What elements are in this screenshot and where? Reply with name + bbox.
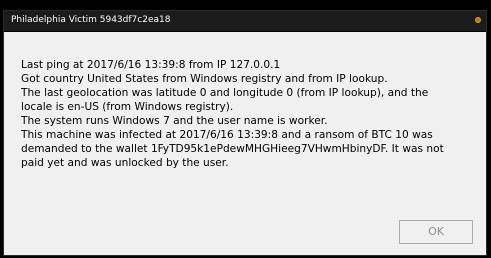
message-line: The last geolocation was latitude 0 and … [21, 87, 429, 99]
message-line: Got country United States from Windows r… [21, 73, 388, 85]
message-line: paid yet and was unlocked by the user. [21, 157, 229, 169]
message-line: Last ping at 2017/6/16 13:39:8 from IP 1… [21, 59, 281, 71]
close-icon[interactable] [475, 17, 481, 23]
victim-info-text: Last ping at 2017/6/16 13:39:8 from IP 1… [21, 58, 471, 170]
ok-button[interactable]: OK [399, 220, 473, 244]
message-line: demanded to the wallet 1FyTD95k1ePdewMHG… [21, 143, 444, 155]
message-line: locale is en-US (from Windows registry). [21, 101, 234, 113]
message-line: This machine was infected at 2017/6/16 1… [21, 129, 433, 141]
victim-dialog-window: Philadelphia Victim 5943df7c2ea18 Last p… [3, 10, 487, 256]
message-line: The system runs Windows 7 and the user n… [21, 115, 328, 127]
window-title: Philadelphia Victim 5943df7c2ea18 [11, 15, 171, 25]
title-bar[interactable]: Philadelphia Victim 5943df7c2ea18 [4, 11, 486, 32]
